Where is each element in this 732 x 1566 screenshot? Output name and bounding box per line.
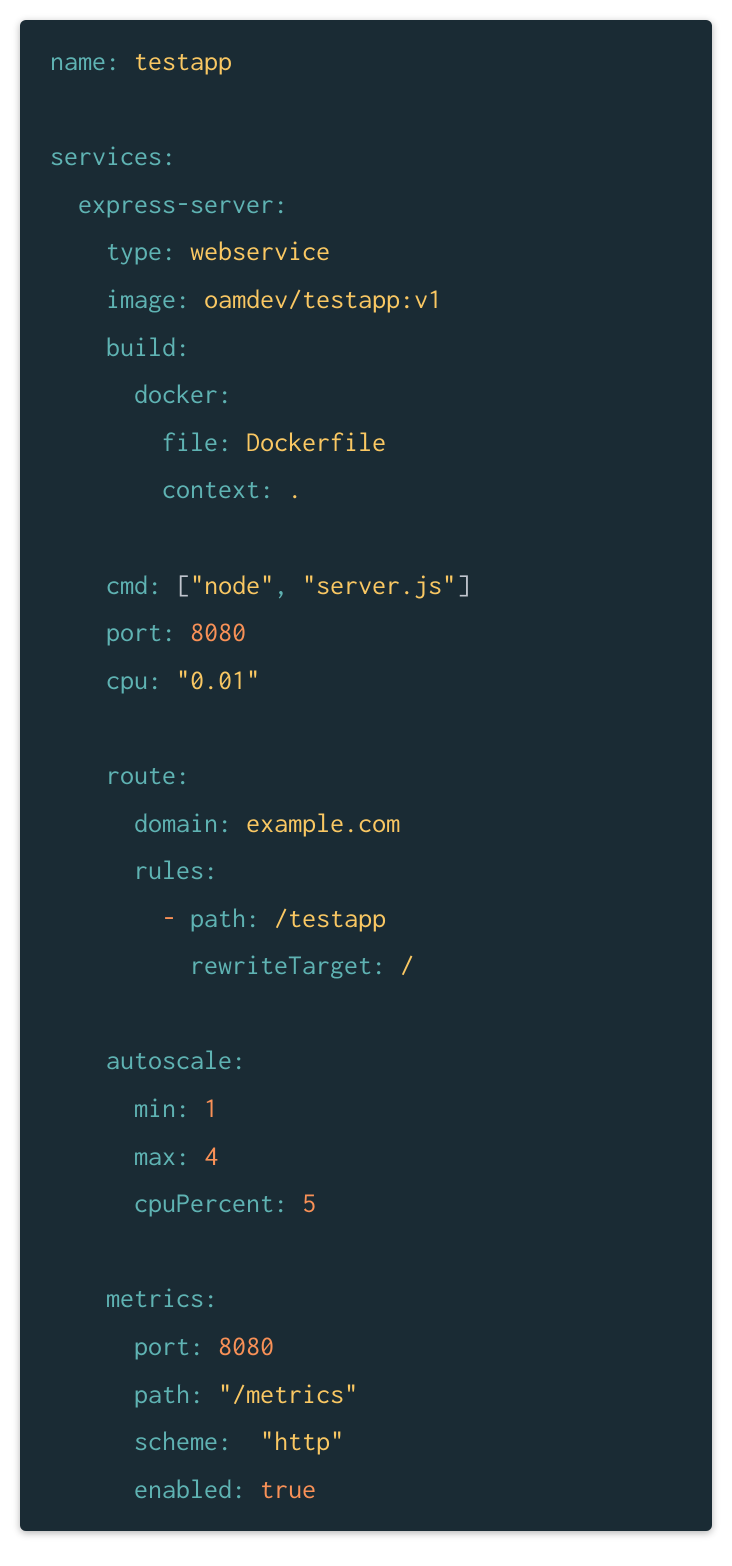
- yaml-key-file: file: [162, 428, 218, 457]
- yaml-val-mport: 8080: [218, 1332, 274, 1361]
- yaml-key-rewrite: rewriteTarget: [190, 951, 372, 980]
- yaml-val-cpupercent: 5: [302, 1189, 316, 1218]
- yaml-key-autoscale: autoscale: [106, 1046, 232, 1075]
- yaml-key-build: build: [106, 333, 176, 362]
- yaml-val-port: 8080: [190, 618, 246, 647]
- yaml-key-cmd: cmd: [106, 571, 148, 600]
- yaml-key-docker: docker: [134, 380, 218, 409]
- yaml-key-max: max: [134, 1142, 176, 1171]
- yaml-val-rewrite: /: [400, 951, 414, 980]
- yaml-key-name: name: [50, 47, 106, 76]
- yaml-val-domain: example.com: [246, 809, 400, 838]
- yaml-key-cpu: cpu: [106, 666, 148, 695]
- yaml-val-context: .: [288, 475, 302, 504]
- yaml-key-metrics: metrics: [106, 1284, 204, 1313]
- yaml-val-type: webservice: [190, 237, 330, 266]
- yaml-key-image: image: [106, 285, 176, 314]
- yaml-key-min: min: [134, 1094, 176, 1123]
- yaml-val-file: Dockerfile: [246, 428, 386, 457]
- yaml-key-domain: domain: [134, 809, 218, 838]
- yaml-key-services: services: [50, 142, 162, 171]
- yaml-key-port: port: [106, 618, 162, 647]
- yaml-val-name: testapp: [134, 47, 232, 76]
- yaml-val-min: 1: [204, 1094, 218, 1123]
- yaml-val-scheme: "http": [260, 1427, 344, 1456]
- yaml-val-cmd1: "server.js": [302, 571, 456, 600]
- yaml-val-enabled: true: [260, 1475, 316, 1504]
- yaml-code-block: name: testapp services: express-server: …: [20, 20, 712, 1531]
- yaml-key-mpath: path: [134, 1380, 190, 1409]
- yaml-key-enabled: enabled: [134, 1475, 232, 1504]
- yaml-key-mport: port: [134, 1332, 190, 1361]
- yaml-key-cpupercent: cpuPercent: [134, 1189, 274, 1218]
- yaml-key-rules: rules: [134, 856, 204, 885]
- yaml-key-context: context: [162, 475, 260, 504]
- yaml-key-path: path: [190, 904, 246, 933]
- yaml-val-max: 4: [204, 1142, 218, 1171]
- yaml-val-cpu: "0.01": [176, 666, 260, 695]
- yaml-val-path: /testapp: [274, 904, 386, 933]
- yaml-val-image: oamdev/testapp:v1: [204, 285, 442, 314]
- yaml-key-scheme: scheme: [134, 1427, 218, 1456]
- yaml-key-route: route: [106, 761, 176, 790]
- yaml-val-cmd0: "node": [190, 571, 274, 600]
- yaml-key-express: express-server: [78, 190, 274, 219]
- yaml-val-mpath: "/metrics": [218, 1380, 358, 1409]
- yaml-key-type: type: [106, 237, 162, 266]
